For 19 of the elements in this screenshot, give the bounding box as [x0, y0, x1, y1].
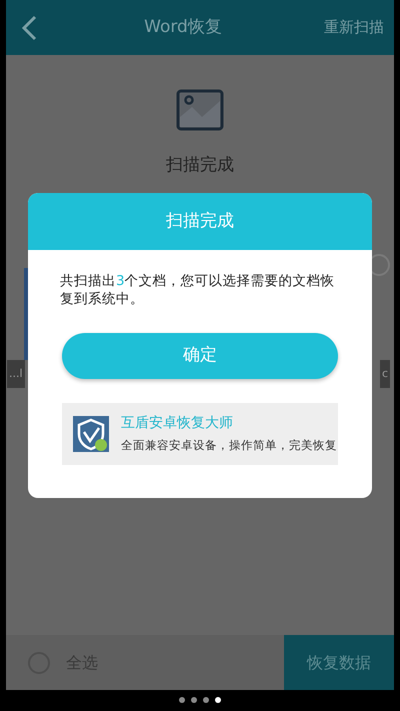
app-tagline: 全面兼容安卓设备，操作简单，完美恢复 [121, 437, 337, 454]
page-dot[interactable] [179, 697, 185, 703]
shield-app-icon [73, 416, 109, 452]
app-name: 互盾安卓恢复大师 [121, 414, 234, 434]
file-label: c [380, 360, 390, 388]
confirm-button[interactable]: 确定 [62, 333, 338, 379]
recover-button[interactable]: 恢复数据 [284, 635, 394, 690]
file-label: ...l [7, 360, 25, 388]
image-icon [176, 89, 224, 131]
dialog-title: 扫描完成 [28, 193, 372, 250]
page-dot[interactable] [215, 697, 221, 703]
status-text: 扫描完成 [166, 154, 234, 177]
dialog-message: 共扫描出 3个文档，您可以选择需要的文档恢复到系统中。 [60, 272, 336, 308]
page-dot[interactable] [203, 697, 209, 703]
back-icon [21, 14, 37, 40]
screen-title: Word恢复 [143, 16, 223, 39]
promo-banner[interactable]: 互盾安卓恢复大师 全面兼容安卓设备，操作简单，完美恢复 [62, 403, 338, 465]
rescan-button[interactable]: 重新扫描 [324, 16, 384, 39]
page-dot[interactable] [191, 697, 197, 703]
